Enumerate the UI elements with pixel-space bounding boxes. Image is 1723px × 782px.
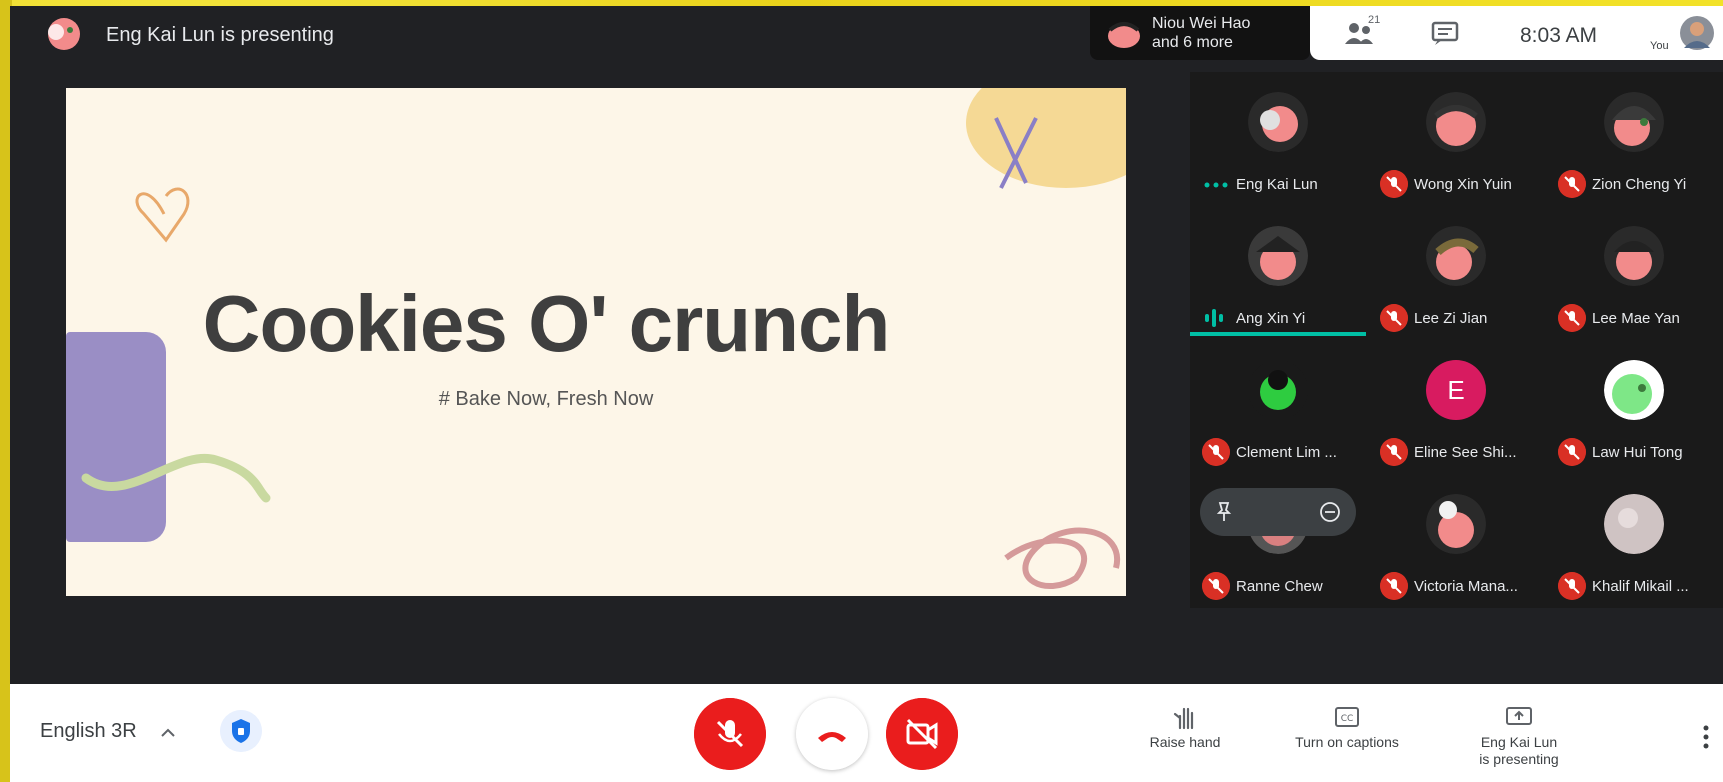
mic-off-icon — [1558, 438, 1586, 466]
mic-off-icon — [1380, 572, 1408, 600]
camera-toggle-button[interactable] — [886, 698, 958, 770]
others-name: Niou Wei Hao — [1152, 15, 1251, 32]
mic-off-icon — [1558, 572, 1586, 600]
participant-name: Wong Xin Yuin — [1414, 176, 1512, 193]
present-line1: Eng Kai Lun — [1480, 734, 1558, 750]
present-screen-icon — [1506, 707, 1532, 725]
svg-text:CC: CC — [1341, 714, 1354, 724]
mic-off-icon — [1380, 170, 1408, 198]
participant-name: Victoria Mana... — [1414, 578, 1518, 595]
participant-avatar-icon — [1604, 226, 1664, 286]
participant-tile[interactable]: Lee Mae Yan — [1546, 206, 1722, 336]
security-shield-icon[interactable] — [220, 710, 262, 752]
participant-name: Clement Lim ... — [1236, 444, 1337, 461]
closed-captions-icon: CC — [1335, 707, 1359, 727]
participant-name: Zion Cheng Yi — [1592, 176, 1687, 193]
participant-name: Law Hui Tong — [1592, 444, 1683, 461]
participant-tile[interactable]: Law Hui Tong — [1546, 340, 1722, 470]
presenter-avatar-icon — [48, 18, 80, 50]
tile-hover-controls — [1200, 488, 1356, 536]
top-bar: Eng Kai Lun is presenting Niou Wei Hao a… — [10, 6, 1723, 62]
meeting-window: Eng Kai Lun is presenting Niou Wei Hao a… — [10, 6, 1723, 782]
avatar-initial: E — [1447, 375, 1465, 405]
more-options-icon[interactable] — [1700, 722, 1712, 752]
mic-off-icon — [1558, 304, 1586, 332]
mic-off-icon — [1202, 438, 1230, 466]
speaking-indicator-icon — [1205, 309, 1223, 327]
participant-tile[interactable]: Victoria Mana... — [1368, 474, 1544, 604]
leave-call-button[interactable] — [796, 698, 868, 770]
participant-avatar-icon — [1248, 92, 1308, 152]
participant-tile[interactable]: Ranne Chew — [1190, 474, 1366, 604]
participant-avatar-icon — [1248, 226, 1308, 286]
participant-tile[interactable]: Khalif Mikail ... — [1546, 474, 1722, 604]
participant-name: Ranne Chew — [1236, 578, 1323, 595]
participant-avatar-icon — [1248, 360, 1308, 420]
initial-avatar: E — [1426, 360, 1486, 420]
top-right-toolbar: 21 8:03 AM You — [1310, 6, 1723, 60]
raise-hand-button[interactable]: Raise hand — [1110, 704, 1260, 774]
participant-tile[interactable]: Eng Kai Lun — [1190, 72, 1366, 202]
slide-title: Cookies O' crunch — [202, 279, 891, 368]
speaking-dots-icon — [1204, 182, 1228, 188]
participant-avatar-icon — [1426, 494, 1486, 554]
participant-avatar-icon — [1108, 22, 1140, 48]
participant-name: Lee Mae Yan — [1592, 310, 1680, 327]
caption-language[interactable]: English 3R — [40, 720, 137, 743]
participant-tile[interactable]: Zion Cheng Yi — [1546, 72, 1722, 202]
mic-toggle-button[interactable] — [694, 698, 766, 770]
active-speaker-bar — [1190, 332, 1366, 336]
participant-tile[interactable]: Clement Lim ... — [1190, 340, 1366, 470]
participant-name: Khalif Mikail ... — [1592, 578, 1689, 595]
participant-tile[interactable]: Wong Xin Yuin — [1368, 72, 1544, 202]
chevron-up-icon[interactable] — [158, 726, 178, 740]
chat-icon[interactable] — [1430, 20, 1460, 46]
participant-avatar-icon — [1426, 226, 1486, 286]
mic-off-icon — [1202, 572, 1230, 600]
participant-name: Eline See Shi... — [1414, 444, 1517, 461]
participant-tile[interactable]: Ang Xin Yi — [1190, 206, 1366, 336]
participant-avatar-icon — [1604, 494, 1664, 554]
present-line2: is presenting — [1479, 751, 1559, 767]
participant-name: Lee Zi Jian — [1414, 310, 1488, 327]
participant-grid: Eng Kai Lun Wong Xin Yuin Zion Cheng Yi … — [1190, 72, 1723, 608]
you-label: You — [1650, 40, 1669, 52]
bottom-control-bar: English 3R Raise hand CC Turn on caption… — [10, 684, 1723, 782]
participant-avatar-icon — [1604, 360, 1664, 420]
people-count-badge: 21 — [1368, 14, 1381, 26]
mic-off-icon — [1380, 438, 1408, 466]
participant-name: Eng Kai Lun — [1236, 176, 1318, 193]
slide-subtitle: # Bake Now, Fresh Now — [438, 388, 654, 410]
participant-tile[interactable]: Lee Zi Jian — [1368, 206, 1544, 336]
participant-avatar-icon — [1604, 92, 1664, 152]
remove-icon[interactable] — [1318, 500, 1342, 524]
meeting-clock: 8:03 AM — [1520, 24, 1598, 47]
mic-off-icon — [1558, 170, 1586, 198]
presenting-status: Eng Kai Lun is presenting — [106, 24, 334, 46]
self-avatar-icon[interactable] — [1678, 14, 1716, 52]
present-status-button[interactable]: Eng Kai Lun is presenting — [1444, 704, 1594, 774]
shared-slide: Cookies O' crunch # Bake Now, Fresh Now — [66, 88, 1126, 596]
mic-off-icon — [1380, 304, 1408, 332]
other-presenters-chip[interactable]: Niou Wei Hao and 6 more — [1090, 6, 1310, 60]
participant-tile[interactable]: E Eline See Shi... — [1368, 340, 1544, 470]
others-count: and 6 more — [1152, 34, 1233, 51]
captions-button[interactable]: CC Turn on captions — [1272, 704, 1422, 774]
pin-icon[interactable] — [1212, 500, 1236, 524]
participant-name: Ang Xin Yi — [1236, 310, 1306, 327]
participant-avatar-icon — [1426, 92, 1486, 152]
captions-label: Turn on captions — [1295, 734, 1399, 750]
presentation-stage: Cookies O' crunch # Bake Now, Fresh Now — [10, 62, 1182, 682]
raise-hand-label: Raise hand — [1149, 734, 1221, 750]
hand-icon — [1173, 707, 1194, 730]
